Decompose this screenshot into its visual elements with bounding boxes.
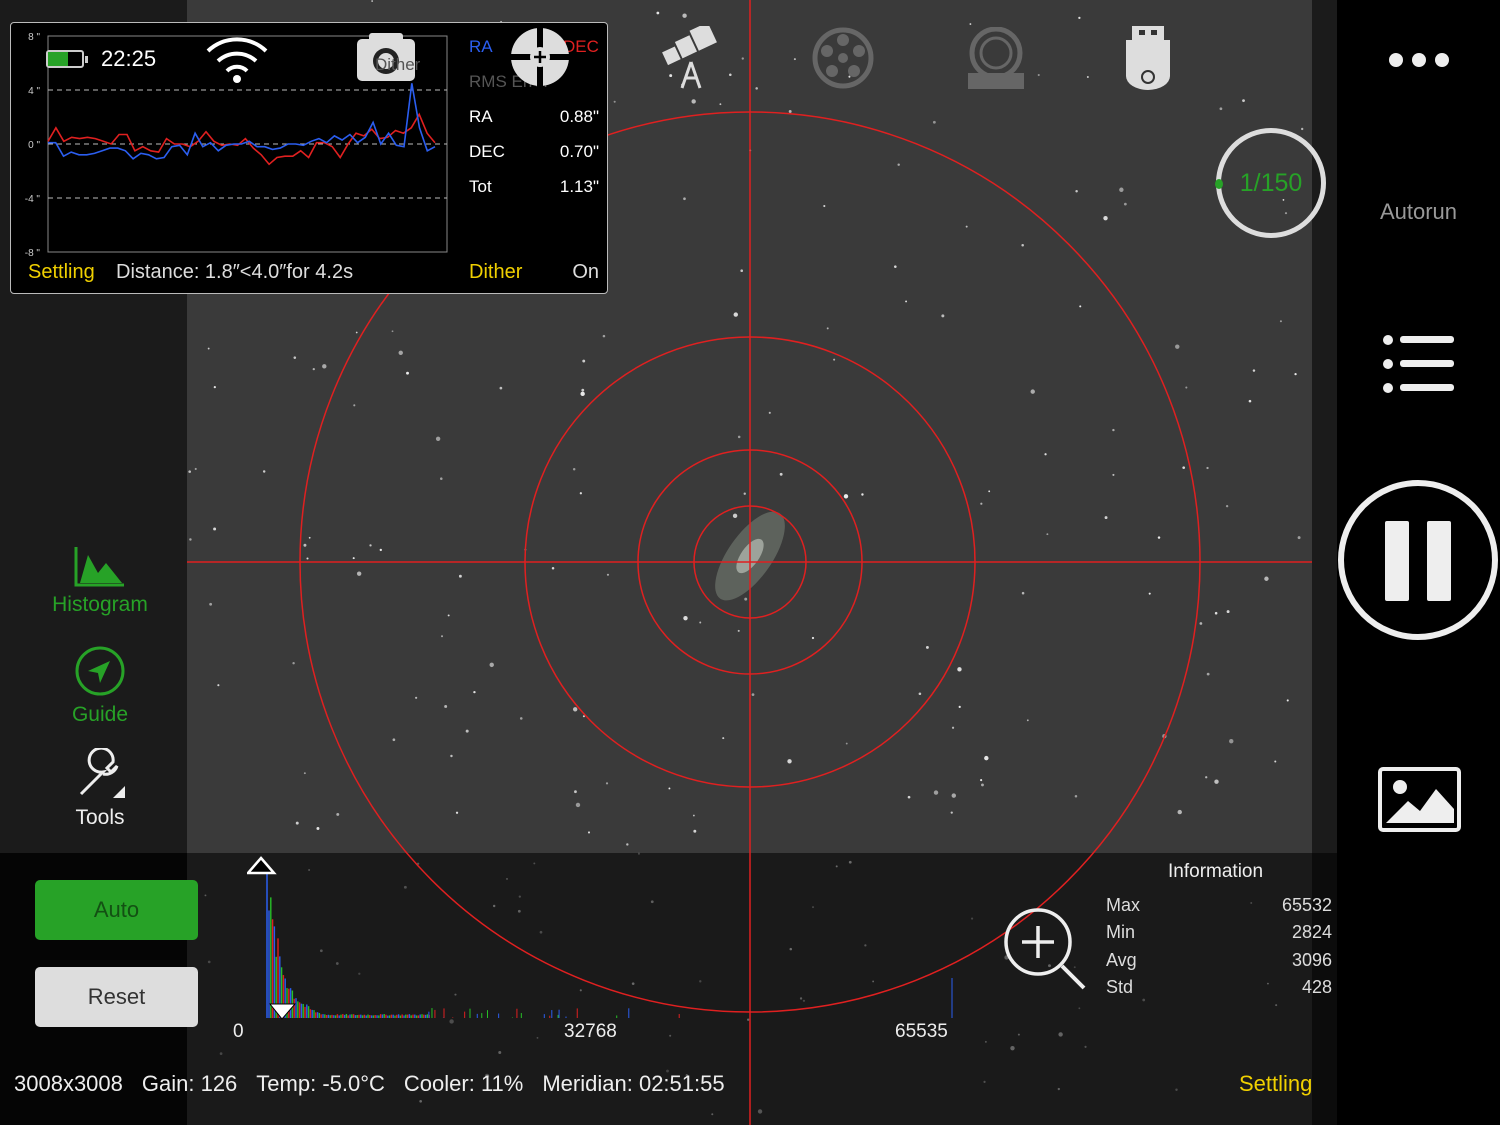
- pause-icon: [1385, 521, 1409, 601]
- camera-icon[interactable]: Dither: [357, 31, 420, 81]
- info-min-label: Min: [1106, 922, 1136, 942]
- gallery-icon[interactable]: [1378, 767, 1461, 832]
- rms-tot-value: 1.13": [559, 177, 599, 196]
- rms-tot-label: Tot: [469, 177, 492, 196]
- pause-button[interactable]: [1338, 480, 1498, 640]
- battery-icon: [46, 50, 88, 68]
- usb-storage-icon[interactable]: [1126, 26, 1170, 92]
- dither-value[interactable]: On: [572, 261, 599, 284]
- sequence-progress: 1/150: [1239, 168, 1303, 197]
- info-max-value: 65532: [1281, 895, 1332, 915]
- clock: 22:25: [101, 46, 157, 71]
- info-avg-value: 3096: [1291, 950, 1332, 970]
- rms-dec-value: 0.70": [559, 142, 599, 161]
- y-tick-label: -8 ": [25, 248, 41, 259]
- nav-tools[interactable]: Tools: [30, 746, 170, 830]
- legend-ra: RA: [469, 37, 493, 56]
- histogram-icon: [74, 547, 124, 587]
- target-icon[interactable]: [509, 26, 571, 88]
- settle-distance: Distance: 1.8″<4.0″for 4.2s: [116, 261, 354, 283]
- wrench-icon: [79, 746, 125, 798]
- dither-label: Dither: [469, 261, 523, 283]
- guide-icon: [75, 646, 125, 696]
- white-point-handle[interactable]: [247, 856, 277, 876]
- rms-dec-label: DEC: [469, 142, 505, 161]
- footer-temp: Temp: -5.0°C: [256, 1071, 385, 1096]
- more-icon[interactable]: [1388, 52, 1450, 68]
- progress-indicator: [1215, 179, 1223, 189]
- status-footer: 3008x3008 Gain: 126 Temp: -5.0°C Cooler:…: [14, 1071, 725, 1097]
- series-ra: [48, 83, 436, 160]
- nav-tools-label: Tools: [75, 806, 125, 829]
- guide-panel[interactable]: 8 " 4 " 0 " -4 " -8 " 22:25 Dither RA DEC RM…: [10, 22, 608, 294]
- filter-wheel-icon[interactable]: [812, 27, 874, 89]
- info-std-label: Std: [1106, 977, 1134, 997]
- sequence-progress-ring: 1/150: [1215, 128, 1326, 238]
- info-avg-label: Avg: [1106, 950, 1137, 970]
- series-dec: [47, 112, 436, 166]
- zoom-in-icon[interactable]: [1002, 906, 1088, 992]
- list-icon[interactable]: [1380, 333, 1456, 395]
- hist-axis-min: 0: [233, 1021, 244, 1042]
- footer-gain: Gain: 126: [141, 1071, 238, 1096]
- autorun-button[interactable]: Autorun: [1337, 199, 1500, 225]
- hist-axis-max: 65535: [895, 1021, 948, 1042]
- nav-histogram-label: Histogram: [52, 593, 148, 616]
- info-min-value: 2824: [1291, 922, 1332, 942]
- footer-meridian: Meridian: 02:51:55: [542, 1071, 725, 1096]
- footer-state: Settling: [1239, 1071, 1313, 1096]
- info-std-value: 428: [1301, 977, 1332, 997]
- footer-cooler: Cooler: 11%: [403, 1071, 524, 1096]
- reset-stretch-button[interactable]: Reset: [35, 967, 198, 1027]
- nav-guide-label: Guide: [71, 703, 129, 726]
- guide-state: Settling: [28, 261, 95, 283]
- info-max-label: Max: [1106, 895, 1141, 915]
- footer-resolution: 3008x3008: [14, 1071, 123, 1096]
- y-tick-label: 0 ": [28, 140, 40, 151]
- rms-ra-value: 0.88": [559, 107, 599, 126]
- black-point-handle[interactable]: [268, 1002, 298, 1022]
- telescope-icon[interactable]: [658, 26, 722, 90]
- information-title: Information: [1168, 861, 1264, 882]
- dither-overlay-label: Dither: [375, 55, 421, 74]
- hist-axis-mid: 32768: [564, 1021, 617, 1042]
- rms-ra-label: RA: [469, 107, 493, 126]
- y-tick-label: 4 ": [28, 86, 40, 97]
- histogram-chart[interactable]: [230, 850, 990, 1025]
- wifi-icon: [206, 37, 268, 83]
- y-tick-label: -4 ": [25, 194, 41, 205]
- focuser-icon[interactable]: [966, 27, 1026, 91]
- nav-guide[interactable]: Guide: [30, 645, 170, 727]
- y-tick-label: 8 ": [28, 32, 40, 43]
- auto-stretch-button[interactable]: Auto: [35, 880, 198, 940]
- nav-histogram[interactable]: Histogram: [30, 545, 170, 617]
